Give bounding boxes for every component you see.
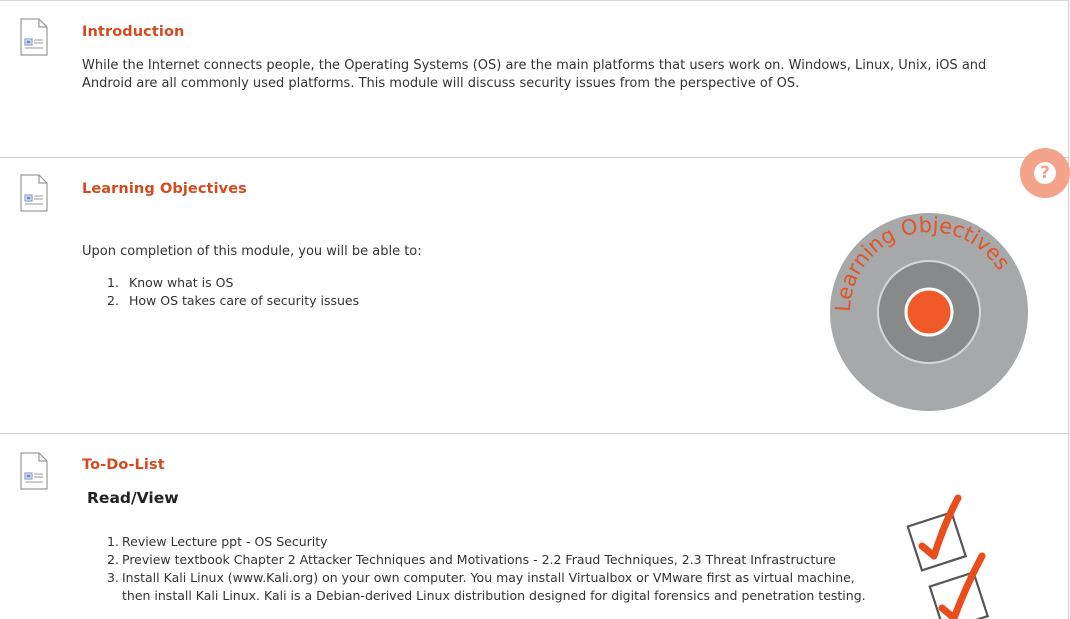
list-item: 1. Know what is OS <box>107 274 359 292</box>
list-item: 2. Preview textbook Chapter 2 Attacker Te… <box>107 551 877 569</box>
introduction-title: Introduction <box>82 24 185 40</box>
checklist-icon <box>906 494 990 619</box>
list-number: 2. <box>107 552 119 567</box>
list-number: 3. <box>107 570 119 585</box>
list-item-text: Install Kali Linux (www.Kali.org) on you… <box>122 570 866 603</box>
question-icon[interactable]: ? <box>1034 162 1056 184</box>
list-item-text: Know what is OS <box>129 275 234 290</box>
section-learning-objectives: Learning Objectives Upon completion of t… <box>0 158 1069 433</box>
introduction-body: While the Internet connects people, the … <box>82 58 987 91</box>
learning-objectives-target-icon: Learning Objectives <box>830 213 1028 411</box>
document-icon[interactable] <box>20 18 48 56</box>
list-number: 1. <box>107 534 119 549</box>
help-button[interactable]: ? <box>1020 148 1070 198</box>
learning-objectives-list: 1. Know what is OS 2. How OS takes care of… <box>107 274 359 310</box>
list-item: 3. Install Kali Linux (www.Kali.org) on y… <box>107 569 877 605</box>
list-item-text: How OS takes care of security issues <box>129 293 360 308</box>
todo-title: To-Do-List <box>82 457 165 473</box>
list-number: 2. <box>107 293 119 308</box>
learning-objectives-title: Learning Objectives <box>82 181 247 197</box>
document-icon[interactable] <box>20 452 48 490</box>
list-number: 1. <box>107 275 119 290</box>
list-item-text: Preview textbook Chapter 2 Attacker Tech… <box>122 552 836 567</box>
section-todo: To-Do-List Read/View 1. Review Lecture pp… <box>0 434 1069 619</box>
section-introduction: Introduction While the Internet connects… <box>0 0 1069 157</box>
list-item-text: Review Lecture ppt - OS Security <box>122 534 328 549</box>
document-icon[interactable] <box>20 174 48 212</box>
list-item: 1. Review Lecture ppt - OS Security <box>107 533 877 551</box>
list-item: 2. How OS takes care of security issues <box>107 292 359 310</box>
todo-list: 1. Review Lecture ppt - OS Security 2. Pre… <box>107 533 877 605</box>
todo-subheading: Read/View <box>87 489 179 507</box>
learning-objectives-intro: Upon completion of this module, you will… <box>82 244 422 259</box>
